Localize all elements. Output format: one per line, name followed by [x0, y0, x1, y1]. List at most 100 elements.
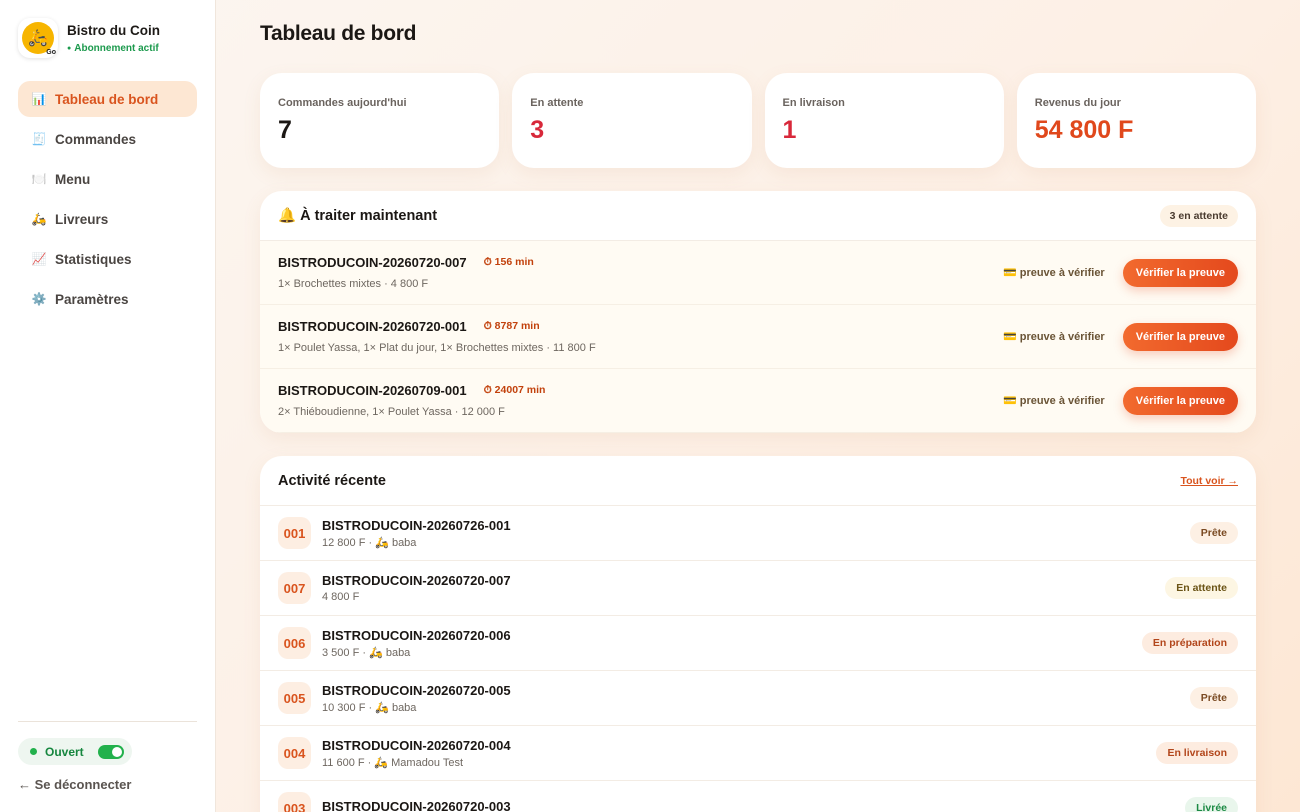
status-dot-icon: [30, 748, 37, 755]
order-id: BISTRODUCOIN-20260726-001: [322, 517, 511, 533]
sidebar-item-label: Livreurs: [55, 211, 109, 227]
verify-proof-button[interactable]: Vérifier la preuve: [1122, 258, 1238, 287]
order-summary: 10 300 F · 🛵 baba: [322, 701, 417, 714]
order-number-badge: 005: [278, 682, 311, 714]
sidebar-item-statistiques[interactable]: 📈 Statistiques: [18, 241, 197, 277]
sidebar-item-tableau-de-bord[interactable]: 📊 Tableau de bord: [18, 81, 197, 117]
wait-timer: ⏱ 8787 min: [483, 320, 540, 332]
delivery-scooter-icon: 🛵 Go: [22, 22, 56, 56]
order-id: BISTRODUCOIN-20260720-003: [322, 799, 511, 812]
sidebar-item-menu[interactable]: 🍽️ Menu: [18, 161, 197, 197]
wait-timer: ⏱ 24007 min: [483, 384, 546, 396]
stat-value: 3: [530, 116, 545, 144]
page-title: Tableau de bord: [260, 22, 417, 45]
todo-list: BISTRODUCOIN-20260720-007 ⏱ 156 min 1× Bro…: [260, 241, 1256, 433]
payment-proof-status: 💳 preuve à vérifier: [1002, 267, 1105, 279]
statistiques-icon: 📈: [31, 252, 47, 266]
commandes-icon: 🧾: [31, 132, 47, 146]
order-id: BISTRODUCOIN-20260720-004: [322, 737, 511, 753]
livreurs-icon: 🛵: [31, 212, 47, 226]
activity-list: 001 BISTRODUCOIN-20260726-001 12 800 F · 🛵…: [260, 506, 1256, 812]
restaurant-name: Bistro du Coin: [67, 22, 160, 38]
stat-value: 7: [278, 116, 292, 144]
stats-row: Commandes aujourd'hui 7 En attente 3 En livr…: [260, 73, 1256, 168]
order-items: 1× Poulet Yassa, 1× Plat du jour, 1× Bro…: [278, 342, 596, 354]
order-number-badge: 006: [278, 627, 311, 659]
order-summary: 4 800 F: [322, 591, 360, 603]
stat-label: Revenus du jour: [1034, 97, 1121, 109]
parametres-icon: ⚙️: [31, 292, 47, 306]
status-badge: En livraison: [1156, 742, 1238, 764]
stat-value: 1: [782, 116, 797, 144]
order-id: BISTRODUCOIN-20260720-007: [278, 255, 467, 270]
sidebar-item-label: Menu: [55, 171, 91, 187]
subscription-status: Abonnement actif: [67, 43, 160, 54]
order-number-badge: 004: [278, 737, 311, 769]
tableau-de-bord-icon: 📊: [31, 92, 47, 106]
status-badge: Livrée: [1185, 797, 1238, 812]
sidebar-item-label: Statistiques: [55, 251, 132, 267]
order-items: 2× Thiéboudienne, 1× Poulet Yassa · 12 0…: [278, 406, 505, 418]
menu-icon: 🍽️: [31, 172, 47, 186]
sidebar-nav: 📊 Tableau de bord 🧾 Commandes 🍽️ Menu 🛵 Livreur…: [0, 81, 215, 317]
stat-label: En livraison: [782, 97, 845, 109]
order-items: 1× Brochettes mixtes · 4 800 F: [278, 278, 429, 290]
activity-title: Activité récente: [278, 472, 386, 489]
verify-proof-button[interactable]: Vérifier la preuve: [1122, 386, 1238, 415]
logout-link[interactable]: ← Se déconnecter: [18, 777, 131, 792]
order-id: BISTRODUCOIN-20260720-005: [322, 682, 511, 698]
payment-proof-status: 💳 preuve à vérifier: [1002, 395, 1105, 407]
activity-row[interactable]: 003 BISTRODUCOIN-20260720-003 Livrée: [260, 781, 1256, 812]
stat-card: Commandes aujourd'hui 7: [260, 73, 500, 168]
sidebar-item-label: Paramètres: [55, 291, 129, 307]
activity-row[interactable]: 007 BISTRODUCOIN-20260720-007 4 800 F En at…: [260, 561, 1256, 616]
sidebar-item-livreurs[interactable]: 🛵 Livreurs: [18, 201, 197, 237]
status-badge: En attente: [1165, 577, 1238, 599]
order-number-badge: 007: [278, 572, 311, 604]
order-number-badge: 003: [278, 792, 311, 812]
see-all-link[interactable]: Tout voir →: [1180, 475, 1238, 487]
pending-count-badge: 3 en attente: [1159, 204, 1238, 227]
brand-header: 🛵Go Bistro du Coin Abonnement actif: [0, 0, 215, 58]
pending-order-row: BISTRODUCOIN-20260720-007 ⏱ 156 min 1× Bro…: [260, 241, 1256, 305]
open-status-label: Ouvert: [45, 744, 84, 759]
stat-label: En attente: [530, 97, 584, 109]
order-summary: 3 500 F · 🛵 baba: [322, 646, 411, 659]
sidebar-item-parametres[interactable]: ⚙️ Paramètres: [18, 281, 197, 317]
order-id: BISTRODUCOIN-20260720-001: [278, 319, 467, 334]
activity-row[interactable]: 001 BISTRODUCOIN-20260726-001 12 800 F · 🛵…: [260, 506, 1256, 561]
stat-label: Commandes aujourd'hui: [278, 97, 407, 109]
verify-proof-button[interactable]: Vérifier la preuve: [1122, 322, 1238, 351]
sidebar: 🛵Go Bistro du Coin Abonnement actif 📊Tab…: [0, 0, 216, 812]
activity-row[interactable]: 005 BISTRODUCOIN-20260720-005 10 300 F · 🛵…: [260, 671, 1256, 726]
status-badge: En préparation: [1141, 632, 1238, 654]
logo: 🛵 Go: [18, 18, 58, 58]
order-summary: 11 600 F · 🛵 Mamadou Test: [322, 756, 464, 769]
status-badge: Prête: [1189, 687, 1238, 709]
open-status-toggle[interactable]: Ouvert: [18, 738, 132, 765]
activity-row[interactable]: 006 BISTRODUCOIN-20260720-006 3 500 F · 🛵 …: [260, 616, 1256, 671]
sidebar-item-label: Commandes: [55, 131, 137, 147]
payment-proof-status: 💳 preuve à vérifier: [1002, 331, 1105, 343]
stat-card: En attente 3: [512, 73, 752, 168]
todo-card: 🔔 À traiter maintenant 3 en attente BIST…: [260, 191, 1256, 433]
pending-order-row: BISTRODUCOIN-20260720-001 ⏱ 8787 min 1× Po…: [260, 305, 1256, 369]
stat-card: Revenus du jour 54 800 F: [1016, 73, 1256, 168]
order-id: BISTRODUCOIN-20260720-007: [322, 573, 511, 588]
stat-value: 54 800 F: [1034, 116, 1134, 144]
activity-card: Activité récente Tout voir → 001 BISTRODU…: [260, 456, 1256, 812]
stat-card: En livraison 1: [764, 73, 1004, 168]
toggle-switch[interactable]: [97, 744, 124, 759]
pending-order-row: BISTRODUCOIN-20260709-001 ⏱ 24007 min 2× T…: [260, 369, 1256, 433]
divider: [18, 721, 197, 722]
order-summary: 12 800 F · 🛵 baba: [322, 536, 417, 549]
todo-title: 🔔 À traiter maintenant: [278, 208, 438, 224]
activity-row[interactable]: 004 BISTRODUCOIN-20260720-004 11 600 F · 🛵…: [260, 726, 1256, 781]
order-number-badge: 001: [278, 517, 311, 549]
wait-timer: ⏱ 156 min: [483, 256, 534, 268]
order-id: BISTRODUCOIN-20260720-006: [322, 627, 511, 643]
sidebar-item-commandes[interactable]: 🧾 Commandes: [18, 121, 197, 157]
order-id: BISTRODUCOIN-20260709-001: [278, 383, 467, 398]
sidebar-item-label: Tableau de bord: [55, 91, 159, 107]
logo-text: Go: [46, 49, 56, 56]
